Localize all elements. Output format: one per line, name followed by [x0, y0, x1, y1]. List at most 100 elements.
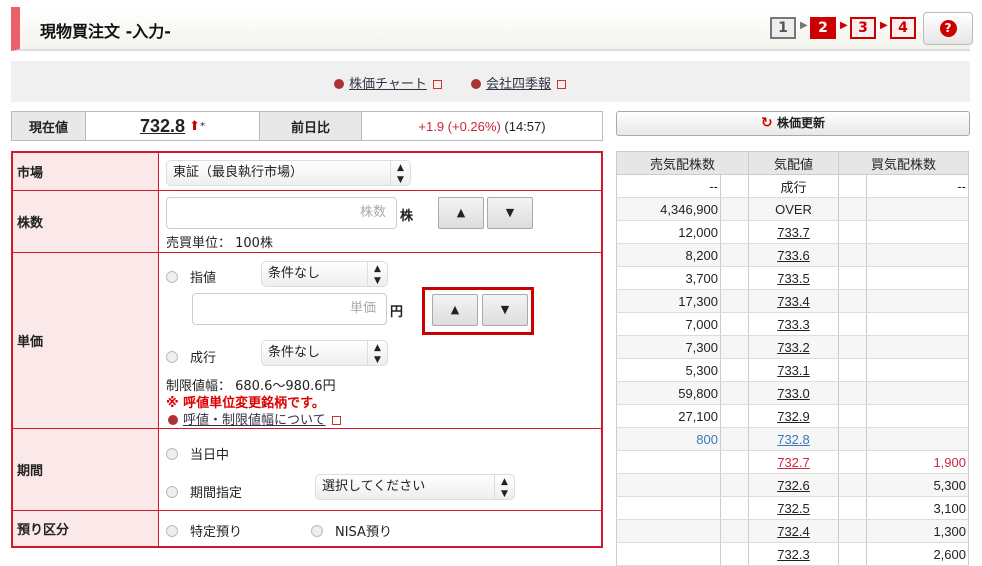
buy-qty: [866, 312, 969, 336]
limit-condition-select[interactable]: 条件なし ▲ ▼: [261, 261, 388, 287]
quote-price[interactable]: 733.2: [748, 335, 839, 359]
period-row: 期間 当日中 期間指定 選択してください ▲ ▼: [13, 429, 601, 511]
shares-down-button[interactable]: ▼: [487, 197, 533, 229]
shares-up-button[interactable]: ▲: [438, 197, 484, 229]
sell-spacer: [720, 312, 749, 336]
triangle-up-icon: ▲: [450, 303, 460, 316]
shikiho-link[interactable]: 会社四季報: [471, 73, 567, 92]
bullet-icon: [168, 415, 178, 425]
select-arrows-icon: ▲ ▼: [494, 475, 514, 499]
stock-chart-link-label[interactable]: 株価チャート: [349, 77, 427, 92]
quote-price[interactable]: 733.3: [748, 312, 839, 336]
buy-qty-header: 買気配株数: [838, 151, 969, 175]
quote-price[interactable]: 733.5: [748, 266, 839, 290]
buy-spacer: [838, 335, 867, 359]
quote-price[interactable]: 732.3: [748, 542, 839, 566]
order-book-row: -- 成行 --: [616, 174, 969, 198]
quote-price[interactable]: 732.9: [748, 404, 839, 428]
buy-qty: [866, 427, 969, 451]
tick-size-link-label[interactable]: 呼値・制限値幅について: [183, 413, 326, 428]
link-bar: 株価チャート 会社四季報: [11, 61, 970, 102]
price-input[interactable]: 単価: [192, 293, 387, 325]
radio-icon: [311, 525, 323, 537]
quote-price[interactable]: 732.6: [748, 473, 839, 497]
period-select[interactable]: 選択してください ▲ ▼: [315, 474, 515, 500]
order-book-row: 27,100 732.9: [616, 404, 969, 428]
radio-icon: [166, 525, 178, 537]
triangle-down-icon: ▼: [500, 303, 510, 316]
order-book-row: 732.4 1,300: [616, 519, 969, 543]
quote-price[interactable]: 733.1: [748, 358, 839, 382]
price-down-button[interactable]: ▼: [482, 294, 528, 326]
order-book-row: 59,800 733.0: [616, 381, 969, 405]
buy-qty: [866, 289, 969, 313]
change-value: +1.9 (+0.26%): [418, 118, 501, 134]
sell-spacer: [720, 197, 749, 221]
sell-qty: 3,700: [616, 266, 721, 290]
order-book-row: 7,300 733.2: [616, 335, 969, 359]
specify-period-radio[interactable]: 期間指定: [166, 482, 242, 501]
shikiho-link-label[interactable]: 会社四季報: [486, 77, 551, 92]
help-button[interactable]: ?: [923, 12, 973, 45]
price-label: 単価: [13, 253, 159, 428]
account-label: 預り区分: [13, 511, 159, 546]
quote-price[interactable]: 732.4: [748, 519, 839, 543]
period-select-value: 選択してください: [322, 479, 426, 494]
quote-price[interactable]: 733.4: [748, 289, 839, 313]
specific-account-radio[interactable]: 特定預り: [166, 521, 242, 540]
buy-spacer: [838, 427, 867, 451]
sell-spacer: [720, 174, 749, 198]
stock-chart-link[interactable]: 株価チャート: [334, 73, 442, 92]
buy-spacer: [838, 197, 867, 221]
sell-qty: 4,346,900: [616, 197, 721, 221]
buy-spacer: [838, 358, 867, 382]
quote-price[interactable]: 733.0: [748, 381, 839, 405]
buy-spacer: [838, 266, 867, 290]
buy-spacer: [838, 473, 867, 497]
order-book-row: 5,300 733.1: [616, 358, 969, 382]
market-row: 市場 東証（最良執行市場） ▲ ▼: [13, 153, 601, 191]
quote-price[interactable]: 732.8: [748, 427, 839, 451]
radio-icon: [166, 351, 178, 363]
market-condition-select[interactable]: 条件なし ▲ ▼: [261, 340, 388, 366]
quote-price[interactable]: 732.5: [748, 496, 839, 520]
current-price-cell: 732.8 ⬆ *: [86, 112, 260, 140]
page-title: 現物買注文 -入力-: [40, 22, 171, 41]
sell-qty: 7,300: [616, 335, 721, 359]
quote-price[interactable]: 732.7: [748, 450, 839, 474]
external-window-icon: [557, 80, 567, 89]
tick-size-link[interactable]: 呼値・制限値幅について: [168, 409, 341, 428]
step-arrow-icon: ▶: [880, 20, 888, 31]
quote-price[interactable]: 733.7: [748, 220, 839, 244]
radio-icon: [166, 448, 178, 460]
today-radio[interactable]: 当日中: [166, 444, 229, 463]
order-book-row: 4,346,900 OVER: [616, 197, 969, 221]
nisa-account-radio[interactable]: NISA預り: [311, 521, 392, 540]
trading-unit: 売買単位： 100株: [166, 236, 273, 251]
shares-label: 株数: [13, 191, 159, 252]
order-book-row: 3,700 733.5: [616, 266, 969, 290]
sell-qty: 17,300: [616, 289, 721, 313]
select-arrows-icon: ▲ ▼: [390, 161, 410, 185]
buy-qty: 5,300: [866, 473, 969, 497]
order-book: 売気配株数 気配値 買気配株数 -- 成行 -- 4,346,900 OVER 12,00…: [616, 151, 969, 566]
price-up-button[interactable]: ▲: [432, 294, 478, 326]
market-select[interactable]: 東証（最良執行市場） ▲ ▼: [166, 160, 411, 186]
limit-order-radio[interactable]: 指値: [166, 267, 216, 286]
refresh-price-button[interactable]: ↻ 株価更新: [616, 111, 970, 136]
order-book-row: 8,200 733.6: [616, 243, 969, 267]
shares-input[interactable]: 株数: [166, 197, 397, 229]
sell-qty: 12,000: [616, 220, 721, 244]
radio-icon: [166, 486, 178, 498]
sell-qty: [616, 473, 721, 497]
sell-spacer: [720, 243, 749, 267]
buy-qty: [866, 220, 969, 244]
quote-price[interactable]: 733.6: [748, 243, 839, 267]
step-3: 3: [850, 17, 876, 39]
current-price-label: 現在値: [12, 112, 86, 140]
sell-qty: [616, 496, 721, 520]
sell-qty: [616, 542, 721, 566]
sell-spacer: [720, 220, 749, 244]
step-2: 2: [810, 17, 836, 39]
market-order-radio[interactable]: 成行: [166, 347, 216, 366]
